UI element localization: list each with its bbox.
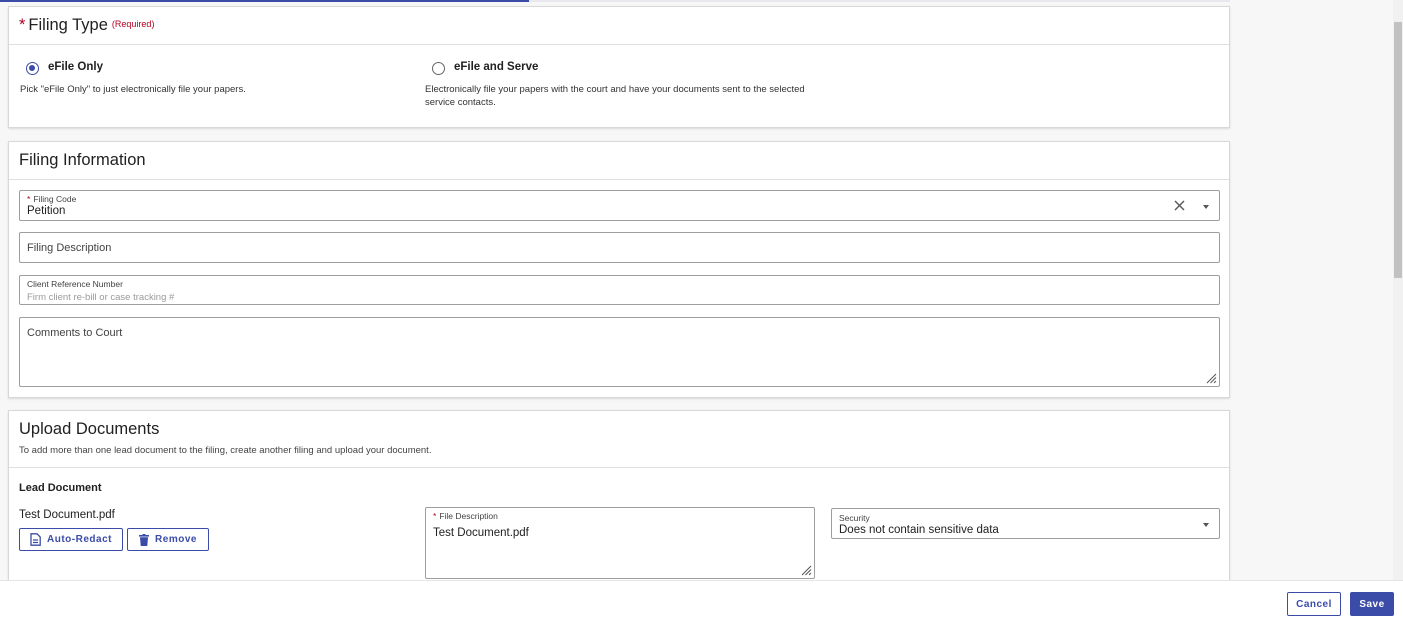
cancel-label: Cancel	[1296, 598, 1332, 610]
page-progress-fill	[0, 0, 529, 2]
save-button[interactable]: Save	[1350, 592, 1394, 616]
radio-efile-only-indicator[interactable]	[26, 62, 39, 75]
scrollbar-thumb[interactable]	[1394, 22, 1402, 278]
divider	[9, 467, 1229, 468]
page-progress-bar	[0, 0, 1230, 2]
filing-code-label: * Filing Code	[27, 194, 77, 204]
file-description-textarea[interactable]: * File Description Test Document.pdf	[425, 507, 815, 579]
resize-grip-icon[interactable]	[800, 564, 812, 576]
efile-only-help: Pick "eFile Only" to just electronically…	[20, 84, 246, 95]
efile-and-serve-help: Electronically file your papers with the…	[425, 84, 805, 108]
upload-documents-description: To add more than one lead document to th…	[19, 445, 432, 456]
vertical-scrollbar[interactable]	[1393, 0, 1403, 580]
trash-icon	[139, 533, 150, 546]
file-description-value: Test Document.pdf	[433, 527, 529, 539]
client-reference-label: Client Reference Number	[27, 279, 123, 289]
auto-redact-label: Auto-Redact	[47, 534, 112, 545]
radio-efile-and-serve-label[interactable]: eFile and Serve	[454, 61, 538, 73]
client-reference-placeholder: Firm client re-bill or case tracking #	[27, 292, 175, 303]
main-content: * Filing Type (Required) eFile Only Pick "…	[0, 0, 1393, 580]
radio-efile-only-label[interactable]: eFile Only	[48, 61, 103, 73]
comments-to-court-textarea[interactable]: Comments to Court	[19, 317, 1220, 387]
remove-label: Remove	[155, 534, 197, 545]
file-description-label: * File Description	[433, 511, 498, 521]
auto-redact-button[interactable]: Auto-Redact	[19, 528, 123, 551]
comments-to-court-placeholder: Comments to Court	[27, 327, 123, 339]
required-note: (Required)	[111, 19, 155, 29]
caret-down-icon[interactable]	[1203, 205, 1209, 209]
filing-information-card: Filing Information * Filing Code Petition…	[8, 141, 1230, 398]
remove-button[interactable]: Remove	[127, 528, 209, 551]
security-value: Does not contain sensitive data	[839, 524, 999, 536]
upload-documents-card: Upload Documents To add more than one le…	[8, 410, 1230, 580]
footer-bar: Cancel Save	[0, 580, 1403, 623]
radio-efile-and-serve-indicator[interactable]	[432, 62, 445, 75]
resize-grip-icon[interactable]	[1205, 372, 1217, 384]
close-icon[interactable]	[1174, 200, 1185, 211]
security-label: Security	[839, 513, 870, 523]
filing-type-card: * Filing Type (Required) eFile Only Pick "…	[8, 6, 1230, 128]
lead-document-file-name: Test Document.pdf	[19, 509, 115, 521]
divider	[9, 179, 1229, 180]
caret-down-icon[interactable]	[1203, 523, 1209, 527]
document-icon	[30, 533, 41, 546]
cancel-button[interactable]: Cancel	[1287, 592, 1341, 616]
upload-documents-title: Upload Documents	[19, 420, 160, 438]
filing-description-input[interactable]: Filing Description	[19, 232, 1220, 263]
security-select[interactable]: Security Does not contain sensitive data	[831, 508, 1220, 539]
filing-code-value: Petition	[27, 205, 66, 217]
filing-code-select[interactable]: * Filing Code Petition	[19, 190, 1220, 221]
filing-description-placeholder: Filing Description	[27, 242, 112, 254]
lead-document-label: Lead Document	[19, 482, 102, 494]
save-label: Save	[1359, 598, 1385, 610]
divider	[9, 44, 1229, 45]
client-reference-input[interactable]: Client Reference Number Firm client re-b…	[19, 275, 1220, 305]
filing-information-title: Filing Information	[19, 151, 146, 169]
required-marker: *	[19, 16, 26, 34]
filing-type-title: * Filing Type (Required)	[19, 16, 155, 34]
